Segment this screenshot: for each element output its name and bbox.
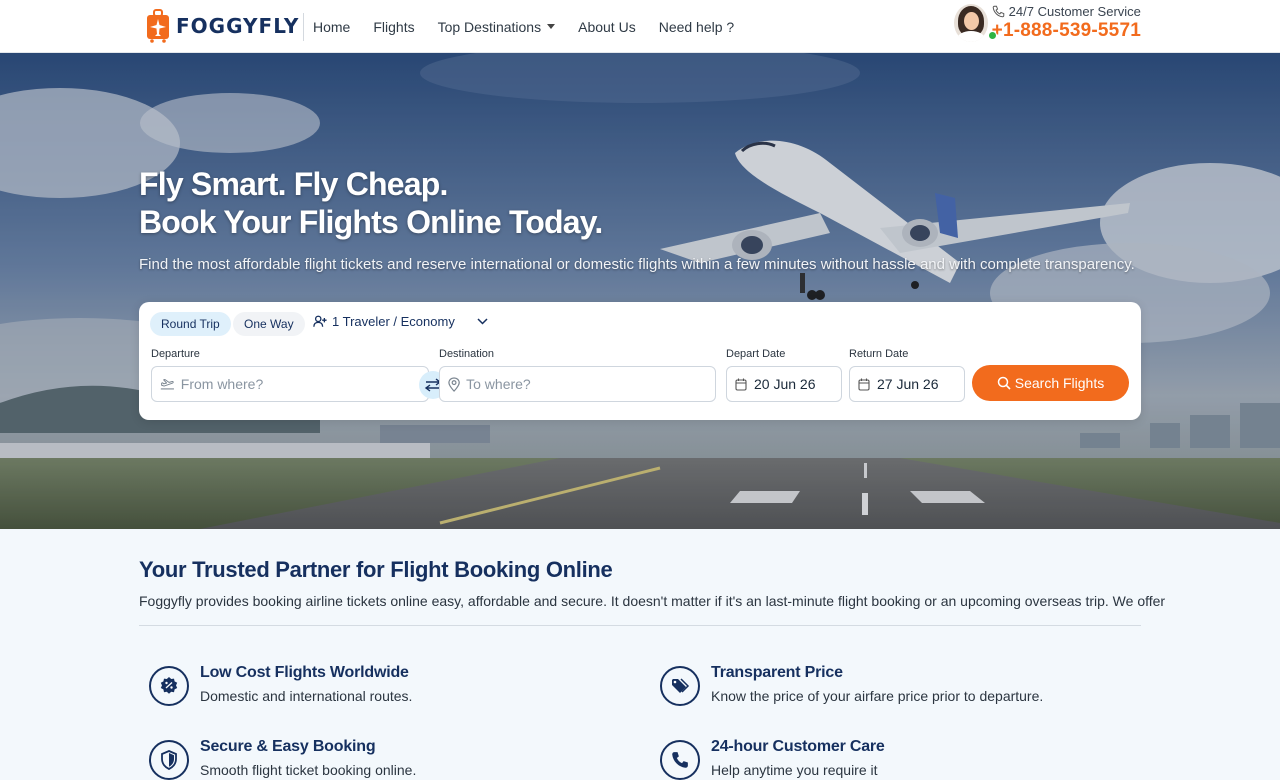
feature-transparent-price: Transparent Price Know the price of your… — [660, 664, 1043, 706]
depart-date-value: 20 Jun 26 — [754, 376, 816, 392]
hero-title-line2: Book Your Flights Online Today. — [139, 204, 603, 240]
suitcase-logo-icon — [146, 9, 170, 43]
caret-down-icon — [547, 24, 556, 29]
return-date-field[interactable]: 27 Jun 26 — [849, 366, 965, 402]
one-way-toggle[interactable]: One Way — [233, 312, 305, 336]
search-flights-button[interactable]: Search Flights — [972, 365, 1129, 401]
destination-input[interactable] — [466, 376, 715, 392]
feature-secure-booking: Secure & Easy Booking Smooth flight tick… — [149, 738, 416, 780]
departure-field[interactable] — [151, 366, 429, 402]
price-tag-icon — [660, 666, 700, 706]
search-icon — [997, 376, 1011, 390]
nav-divider — [303, 13, 304, 41]
feature-low-cost: Low Cost Flights Worldwide Domestic and … — [149, 664, 412, 706]
nav-top-destinations-label: Top Destinations — [437, 18, 542, 35]
add-user-icon — [313, 315, 327, 327]
hero-banner: Fly Smart. Fly Cheap. Book Your Flights … — [0, 53, 1280, 529]
phone-icon — [660, 740, 700, 780]
destination-label: Destination — [439, 348, 495, 360]
nav-home[interactable]: Home — [313, 19, 350, 35]
shield-icon — [149, 740, 189, 780]
departure-input[interactable] — [180, 376, 428, 392]
round-trip-toggle[interactable]: Round Trip — [150, 312, 231, 336]
customer-service[interactable]: 24/7 Customer Service +1-888-539-5571 — [953, 4, 1141, 42]
feature-desc: Domestic and international routes. — [200, 688, 413, 704]
section-title: Your Trusted Partner for Flight Booking … — [139, 557, 613, 582]
support-phone-number[interactable]: +1-888-539-5571 — [992, 20, 1141, 42]
chevron-down-icon — [477, 318, 488, 325]
search-flights-label: Search Flights — [1014, 375, 1105, 391]
feature-desc: Know the price of your airfare price pri… — [711, 688, 1044, 704]
online-status-dot — [988, 31, 997, 40]
feature-title: Transparent Price — [711, 664, 843, 681]
destination-field[interactable] — [439, 366, 716, 402]
feature-customer-care: 24-hour Customer Care Help anytime you r… — [660, 738, 885, 780]
return-date-value: 27 Jun 26 — [877, 376, 939, 392]
feature-title: Low Cost Flights Worldwide — [200, 664, 409, 681]
calendar-icon — [735, 378, 747, 391]
discount-badge-icon — [149, 666, 189, 706]
nav-need-help[interactable]: Need help ? — [659, 19, 735, 35]
traveler-class-label: 1 Traveler / Economy — [332, 314, 455, 329]
return-date-label: Return Date — [849, 348, 909, 360]
hero-title: Fly Smart. Fly Cheap. Book Your Flights … — [139, 165, 603, 241]
brand-name: FOGGYFLY — [176, 14, 300, 38]
feature-desc: Smooth flight ticket booking online. — [200, 762, 417, 778]
feature-title: 24-hour Customer Care — [711, 738, 885, 755]
nav-top-destinations[interactable]: Top Destinations — [438, 19, 556, 35]
hero-subtitle: Find the most affordable flight tickets … — [139, 256, 1135, 273]
location-pin-icon — [448, 376, 460, 392]
logo[interactable]: FOGGYFLY — [146, 9, 299, 43]
departure-label: Departure — [151, 348, 200, 360]
section-divider — [139, 625, 1141, 626]
calendar-icon — [858, 378, 870, 391]
site-header: FOGGYFLY Home Flights Top Destinations A… — [0, 0, 1280, 53]
takeoff-icon — [160, 378, 174, 390]
section-intro: Foggyfly provides booking airline ticket… — [139, 593, 1166, 609]
traveler-class-select[interactable]: 1 Traveler / Economy — [313, 314, 493, 329]
feature-desc: Help anytime you require it — [711, 762, 878, 778]
depart-date-field[interactable]: 20 Jun 26 — [726, 366, 842, 402]
airplane-runway-image — [0, 53, 1280, 529]
hero-title-line1: Fly Smart. Fly Cheap. — [139, 166, 448, 202]
feature-title: Secure & Easy Booking — [200, 738, 376, 755]
flight-search-form: Round Trip One Way 1 Traveler / Economy … — [139, 302, 1141, 420]
main-nav: Home Flights Top Destinations About Us N… — [313, 0, 757, 53]
nav-flights[interactable]: Flights — [373, 19, 414, 35]
support-agent-avatar — [953, 4, 988, 42]
nav-about-us[interactable]: About Us — [578, 19, 636, 35]
support-label: 24/7 Customer Service — [1008, 4, 1141, 19]
phone-icon — [992, 5, 1004, 18]
depart-date-label: Depart Date — [726, 348, 786, 360]
